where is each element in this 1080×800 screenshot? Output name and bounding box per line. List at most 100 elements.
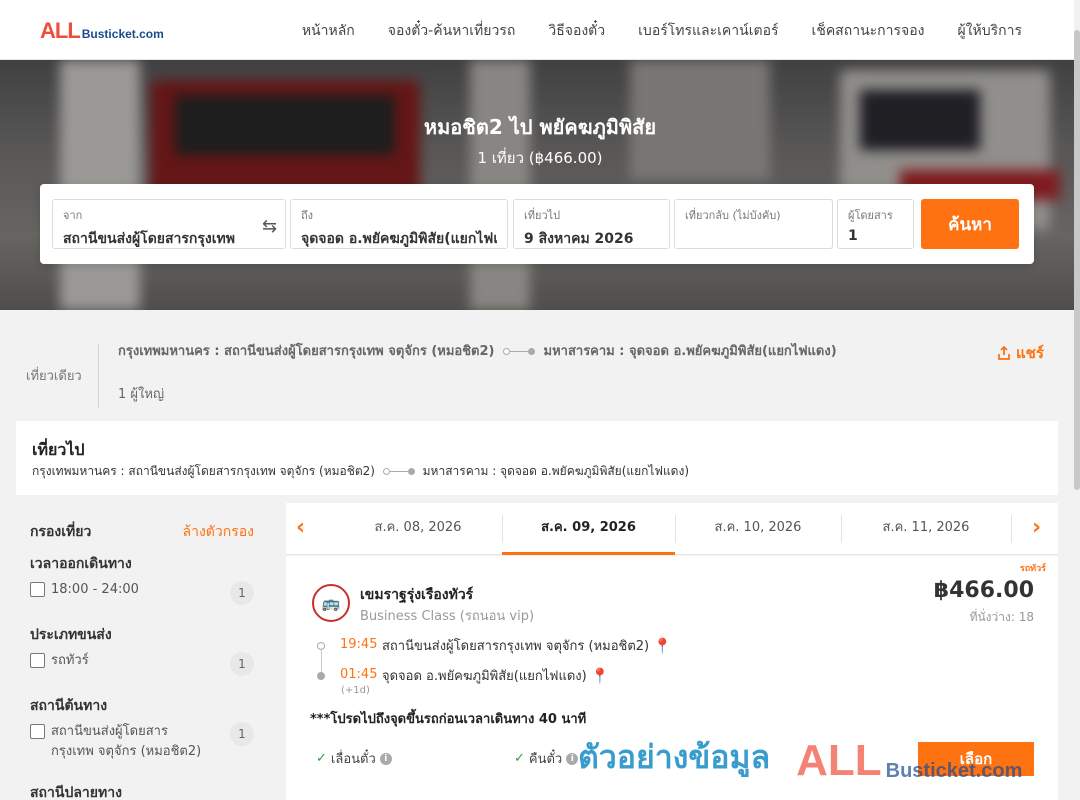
filter-option-time[interactable]: 18:00 - 24:00 xyxy=(30,580,139,600)
date-tab-next-2[interactable]: ส.ค. 11, 2026 xyxy=(841,503,1011,555)
map-pin-icon[interactable]: 📍 xyxy=(591,667,610,685)
checkbox-time[interactable] xyxy=(30,582,45,597)
transport-type-badge: รถทัวร์ xyxy=(1019,564,1046,574)
depart-date-field[interactable]: เที่ยวไป 9 สิงหาคม 2026 xyxy=(513,199,670,249)
filter-sidebar: กรองเที่ยว ล้างตัวกรอง เวลาออกเดินทาง 18… xyxy=(16,505,278,800)
date-tab-selected[interactable]: ส.ค. 09, 2026 xyxy=(502,503,675,555)
trip-card: รถทัวร์ 🚌 เขมราฐรุ่งเรืองทัวร์ Business … xyxy=(286,556,1058,800)
route-connector-icon xyxy=(382,468,415,475)
route-title: หมอชิต2 ไป พยัคฆภูมิพิสัย xyxy=(423,115,657,139)
outbound-route: กรุงเทพมหานคร : สถานีขนส่งผู้โดยสารกรุงเ… xyxy=(32,462,689,481)
route-connector-icon xyxy=(503,348,535,355)
outbound-destination: มหาสารคาม : จุดจอด อ.พยัคฆภูมิพิสัย(แยกไ… xyxy=(422,464,690,478)
check-icon: ✓ xyxy=(514,751,525,766)
next-date-arrow-icon[interactable]: › xyxy=(1032,515,1041,540)
arrive-time: 01:45 xyxy=(340,667,378,682)
share-icon xyxy=(998,345,1010,360)
share-button[interactable]: แชร์ xyxy=(996,341,1044,365)
depart-station: สถานีขนส่งผู้โดยสารกรุงเทพ จตุจักร (หมอช… xyxy=(382,639,650,654)
timeline-end-dot xyxy=(317,672,325,680)
select-trip-button[interactable]: เลือก xyxy=(918,742,1034,776)
page-scrollbar[interactable] xyxy=(1074,0,1080,800)
operator-name: เขมราฐรุ่งเรืองทัวร์ xyxy=(360,587,474,603)
filter-option-time-label: 18:00 - 24:00 xyxy=(51,582,139,597)
nav-booking-status[interactable]: เช็คสถานะการจอง xyxy=(812,20,925,42)
outbound-title: เที่ยวไป xyxy=(32,440,85,459)
date-selector: ‹ ส.ค. 08, 2026 ส.ค. 09, 2026 ส.ค. 10, 2… xyxy=(286,503,1058,555)
outbound-section: เที่ยวไป กรุงเทพมหานคร : สถานีขนส่งผู้โด… xyxy=(16,421,1058,495)
date-divider xyxy=(1011,515,1012,543)
scrollbar-thumb[interactable] xyxy=(1074,30,1080,490)
map-pin-icon[interactable]: 📍 xyxy=(653,637,672,655)
filter-section-origin-station: สถานีต้นทาง xyxy=(30,698,108,714)
date-tab-next[interactable]: ส.ค. 10, 2026 xyxy=(675,503,841,555)
nav-operators[interactable]: ผู้ให้บริการ xyxy=(957,20,1022,42)
search-button[interactable]: ค้นหา xyxy=(921,199,1019,249)
depart-label: เที่ยวไป xyxy=(524,209,561,222)
filter-count-badge: 1 xyxy=(230,652,254,676)
to-label: ถึง xyxy=(301,209,314,222)
to-field[interactable]: ถึง จุดจอด อ.พยัคฆภูมิพิสัย(แยกไฟแดง) xyxy=(290,199,508,249)
from-field[interactable]: จาก สถานีขนส่งผู้โดยสารกรุงเทพ xyxy=(52,199,286,249)
from-label: จาก xyxy=(63,209,83,222)
summary-origin: กรุงเทพมหานคร : สถานีขนส่งผู้โดยสารกรุงเ… xyxy=(118,344,495,359)
nav-book-ticket[interactable]: จองตั๋ว-ค้นหาเที่ยวรถ xyxy=(388,20,516,42)
summary-divider xyxy=(98,344,99,408)
summary-passengers: 1 ผู้ใหญ่ xyxy=(118,387,165,402)
summary-destination: มหาสารคาม : จุดจอด อ.พยัคฆภูมิพิสัย(แยกไ… xyxy=(543,344,837,359)
checkbox-origin[interactable] xyxy=(30,724,45,739)
nav-contact[interactable]: เบอร์โทรและเคาน์เตอร์ xyxy=(638,20,778,42)
top-navbar: ALL Busticket.com หน้าหลัก จองตั๋ว-ค้นหา… xyxy=(0,0,1080,60)
check-icon: ✓ xyxy=(316,751,327,766)
feature-reschedule: ✓ เลื่อนตั๋ว i xyxy=(316,748,392,769)
trip-type: เที่ยวเดียว xyxy=(26,369,82,384)
summary-route: กรุงเทพมหานคร : สถานีขนส่งผู้โดยสารกรุงเ… xyxy=(118,342,888,362)
outbound-origin: กรุงเทพมหานคร : สถานีขนส่งผู้โดยสารกรุงเ… xyxy=(32,464,375,478)
filter-option-origin[interactable]: สถานีขนส่งผู้โดยสารกรุงเทพ จตุจักร (หมอช… xyxy=(30,722,210,762)
filter-option-origin-label: สถานีขนส่งผู้โดยสารกรุงเทพ จตุจักร (หมอช… xyxy=(51,724,202,759)
clear-filters-link[interactable]: ล้างตัวกรอง xyxy=(183,521,254,543)
info-icon[interactable]: i xyxy=(379,752,392,765)
passenger-field[interactable]: ผู้โดยสาร 1 xyxy=(837,199,914,249)
depart-time: 19:45 xyxy=(340,637,378,652)
route-subtitle: 1 เที่ยว (฿466.00) xyxy=(477,149,603,167)
date-tab-prev[interactable]: ส.ค. 08, 2026 xyxy=(333,503,503,555)
site-logo[interactable]: ALL Busticket.com xyxy=(40,18,164,44)
filter-count-badge: 1 xyxy=(230,581,254,605)
operator-logo-icon: 🚌 xyxy=(312,584,350,622)
logo-busticket-text: Busticket.com xyxy=(81,27,164,41)
boarding-notice: ***โปรดไปถึงจุดขึ้นรถก่อนเวลาเดินทาง 40 … xyxy=(310,712,587,727)
trip-summary: เที่ยวเดียว กรุงเทพมหานคร : สถานีขนส่งผู… xyxy=(0,310,1080,420)
prev-date-arrow-icon[interactable]: ‹ xyxy=(296,515,305,540)
filter-section-destination-station: สถานีปลายทาง xyxy=(30,785,122,800)
feature-reschedule-label: เลื่อนตั๋ว xyxy=(330,752,376,767)
swap-arrows-icon[interactable]: ⇆ xyxy=(262,216,277,237)
depart-station-row: สถานีขนส่งผู้โดยสารกรุงเทพ จตุจักร (หมอช… xyxy=(382,635,672,656)
nav-how-to-book[interactable]: วิธีจองตั๋ว xyxy=(548,20,605,42)
depart-value: 9 สิงหาคม 2026 xyxy=(524,231,634,247)
filter-option-bus-label: รถทัวร์ xyxy=(51,653,89,668)
filter-section-departure-time: เวลาออกเดินทาง xyxy=(30,556,132,572)
return-label: เที่ยวกลับ (ไม่บังคับ) xyxy=(685,209,781,222)
filter-option-bus[interactable]: รถทัวร์ xyxy=(30,651,89,671)
filter-count-badge: 1 xyxy=(230,722,254,746)
trip-price: ฿466.00 xyxy=(933,578,1034,603)
bus-class: Business Class (รถนอน vip) xyxy=(360,609,535,624)
main-nav: หน้าหลัก จองตั๋ว-ค้นหาเที่ยวรถ วิธีจองตั… xyxy=(302,20,1022,42)
feature-refund-label: คืนตั๋ว xyxy=(528,752,563,767)
checkbox-bus[interactable] xyxy=(30,653,45,668)
to-value: จุดจอด อ.พยัคฆภูมิพิสัย(แยกไฟแดง) xyxy=(301,231,497,247)
arrive-station: จุดจอด อ.พยัคฆภูมิพิสัย(แยกไฟแดง) xyxy=(382,669,587,684)
search-form: จาก สถานีขนส่งผู้โดยสารกรุงเทพ ⇆ ถึง จุด… xyxy=(40,184,1034,264)
return-date-field[interactable]: เที่ยวกลับ (ไม่บังคับ) xyxy=(674,199,833,249)
feature-refund: ✓ คืนตั๋ว i xyxy=(514,748,579,769)
next-day-indicator: (+1d) xyxy=(341,685,370,696)
seats-available: ที่นั่งว่าง: 18 xyxy=(969,610,1034,624)
from-value: สถานีขนส่งผู้โดยสารกรุงเทพ xyxy=(63,231,235,247)
passenger-value: 1 xyxy=(848,228,858,244)
info-icon[interactable]: i xyxy=(566,752,579,765)
filter-title: กรองเที่ยว xyxy=(30,524,92,540)
filter-section-transport-type: ประเภทขนส่ง xyxy=(30,627,112,643)
nav-home[interactable]: หน้าหลัก xyxy=(302,20,355,42)
share-label: แชร์ xyxy=(1016,344,1044,362)
